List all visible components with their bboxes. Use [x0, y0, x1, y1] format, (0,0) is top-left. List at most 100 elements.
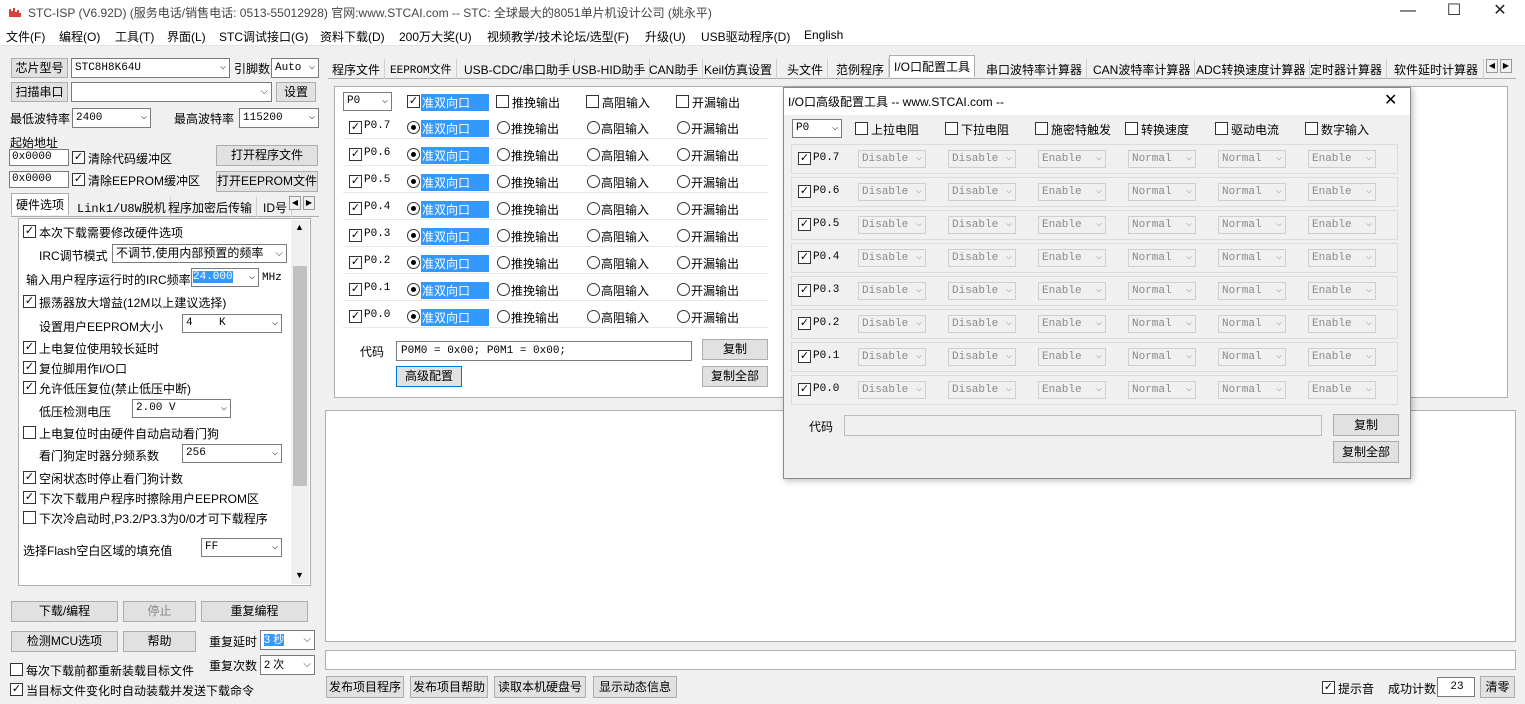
tab-header-file[interactable]: 头文件	[783, 59, 829, 79]
scroll-down-icon[interactable]: ▼	[295, 570, 304, 580]
io-pin-enable-checkbox[interactable]: ✓	[349, 148, 362, 161]
adv-option-select[interactable]: Enable ⌵	[1308, 216, 1376, 234]
tab-encrypt[interactable]: 程序加密后传输	[164, 197, 258, 217]
adv-pin-enable-checkbox[interactable]: ✓	[798, 185, 811, 198]
tab-examples[interactable]: 范例程序	[832, 59, 890, 79]
wdt-div-select[interactable]: 256 ⌵	[182, 444, 282, 463]
io-copy-button[interactable]: 复制	[702, 339, 768, 360]
menu-debug[interactable]: STC调试接口(G)	[219, 28, 308, 45]
tab-timer[interactable]: 定时器计算器	[1306, 59, 1388, 79]
modify-hw-checkbox[interactable]: ✓	[23, 225, 36, 238]
adv-pin-enable-checkbox[interactable]: ✓	[798, 317, 811, 330]
adv-option-select[interactable]: Disable ⌵	[858, 249, 926, 267]
scan-port-button[interactable]: 扫描串口	[11, 82, 68, 102]
clear-code-checkbox[interactable]: ✓	[72, 151, 85, 164]
adv-code-output[interactable]	[844, 415, 1322, 436]
minimize-button[interactable]: —	[1385, 0, 1431, 24]
menu-english[interactable]: English	[804, 28, 843, 42]
tab-usb-cdc[interactable]: USB-CDC/串口助手	[460, 59, 576, 79]
io-mode-radio[interactable]	[677, 175, 690, 188]
adv-option-select[interactable]: Normal ⌵	[1218, 150, 1286, 168]
tab-program-file[interactable]: 程序文件	[328, 59, 386, 79]
adv-option-select[interactable]: Disable ⌵	[948, 282, 1016, 300]
tab-can[interactable]: CAN助手	[645, 59, 704, 79]
adv-copy-all-button[interactable]: 复制全部	[1333, 441, 1399, 463]
adv-pin-enable-checkbox[interactable]: ✓	[798, 350, 811, 363]
adv-option-select[interactable]: Normal ⌵	[1128, 348, 1196, 366]
tab-uart-baud[interactable]: 串口波特率计算器	[982, 59, 1088, 79]
tab-usb-hid[interactable]: USB-HID助手	[568, 59, 651, 79]
io-port-select[interactable]: P0 ⌵	[343, 92, 392, 111]
flash-fill-select[interactable]: FF ⌵	[201, 538, 282, 557]
settings-button[interactable]: 设置	[276, 82, 316, 102]
io-pin-enable-checkbox[interactable]: ✓	[349, 283, 362, 296]
io-mode-radio[interactable]	[407, 148, 420, 161]
download-program-button[interactable]: 下载/编程	[11, 601, 118, 622]
io-mode-radio[interactable]	[407, 283, 420, 296]
adv-option-select[interactable]: Normal ⌵	[1128, 249, 1196, 267]
io-pin-enable-checkbox[interactable]: ✓	[349, 229, 362, 242]
osc-gain-checkbox[interactable]: ✓	[23, 295, 36, 308]
menu-download[interactable]: 资料下载(D)	[320, 28, 385, 45]
port-select[interactable]: ⌵	[71, 82, 272, 102]
check-mcu-button[interactable]: 检测MCU选项	[11, 631, 118, 652]
wdt-auto-checkbox[interactable]	[23, 426, 36, 439]
adv-option-select[interactable]: Enable ⌵	[1308, 381, 1376, 399]
adv-pin-enable-checkbox[interactable]: ✓	[798, 383, 811, 396]
adv-option-select[interactable]: Enable ⌵	[1038, 282, 1106, 300]
publish-program-button[interactable]: 发布项目程序	[326, 676, 404, 698]
adv-option-select[interactable]: Enable ⌵	[1038, 249, 1106, 267]
publish-help-button[interactable]: 发布项目帮助	[410, 676, 488, 698]
adv-option-select[interactable]: Enable ⌵	[1308, 249, 1376, 267]
scrollbar-thumb[interactable]	[293, 266, 307, 486]
adv-pin-enable-checkbox[interactable]: ✓	[798, 284, 811, 297]
help-button[interactable]: 帮助	[123, 631, 196, 652]
tab-adc[interactable]: ADC转换速度计算器	[1192, 59, 1311, 79]
adv-option-select[interactable]: Enable ⌵	[1038, 150, 1106, 168]
eeprom-address-input[interactable]: 0x0000	[9, 171, 69, 188]
adv-option-select[interactable]: Normal ⌵	[1218, 249, 1286, 267]
irc-mode-select[interactable]: 不调节,使用内部预置的频率 ⌵	[112, 244, 287, 263]
adv-option-select[interactable]: Enable ⌵	[1308, 183, 1376, 201]
options-scrollbar[interactable]: ▲ ▼	[291, 220, 309, 584]
menu-prize[interactable]: 200万大奖(U)	[399, 28, 472, 45]
advanced-config-button[interactable]: 高级配置	[396, 366, 462, 387]
io-mode-radio[interactable]	[677, 310, 690, 323]
show-dynamic-info-button[interactable]: 显示动态信息	[593, 676, 677, 698]
adv-pin-enable-checkbox[interactable]: ✓	[798, 218, 811, 231]
io-pin-enable-checkbox[interactable]: ✓	[349, 175, 362, 188]
stop-button[interactable]: 停止	[123, 601, 196, 622]
adv-option-select[interactable]: Disable ⌵	[948, 381, 1016, 399]
io-mode-radio[interactable]	[587, 310, 600, 323]
io-mode-radio[interactable]	[497, 121, 510, 134]
tab-can-baud[interactable]: CAN波特率计算器	[1089, 59, 1196, 79]
adv-pin-enable-checkbox[interactable]: ✓	[798, 251, 811, 264]
io-mode-radio[interactable]	[407, 229, 420, 242]
close-button[interactable]: ✕	[1477, 0, 1523, 24]
all-highz-checkbox[interactable]	[586, 95, 599, 108]
adv-option-select[interactable]: Disable ⌵	[948, 348, 1016, 366]
adv-header-checkbox[interactable]	[945, 122, 958, 135]
tab-scroll-right-icon[interactable]: ▶	[1500, 59, 1512, 73]
adv-option-select[interactable]: Enable ⌵	[1038, 381, 1106, 399]
tab-keil[interactable]: Keil仿真设置	[700, 59, 778, 79]
io-mode-radio[interactable]	[587, 229, 600, 242]
adv-option-select[interactable]: Disable ⌵	[948, 150, 1016, 168]
por-delay-checkbox[interactable]: ✓	[23, 341, 36, 354]
adv-header-checkbox[interactable]	[1035, 122, 1048, 135]
chip-model-select[interactable]: STC8H8K64U ⌵	[71, 58, 230, 78]
all-pushpull-checkbox[interactable]	[496, 95, 509, 108]
clear-count-button[interactable]: 清零	[1480, 676, 1515, 698]
tab-eeprom-file[interactable]: EEPROM文件	[386, 59, 457, 79]
io-mode-radio[interactable]	[497, 310, 510, 323]
tab-scroll-left-icon[interactable]: ◀	[1486, 59, 1498, 73]
io-mode-radio[interactable]	[497, 175, 510, 188]
menu-video[interactable]: 视频教学/技术论坛/选型(F)	[487, 28, 629, 45]
adv-header-checkbox[interactable]	[1125, 122, 1138, 135]
menu-tools[interactable]: 工具(T)	[115, 28, 154, 45]
adv-option-select[interactable]: Normal ⌵	[1218, 348, 1286, 366]
repeat-count-select[interactable]: 2 次 ⌵	[260, 655, 315, 675]
adv-option-select[interactable]: Disable ⌵	[858, 183, 926, 201]
io-mode-radio[interactable]	[497, 283, 510, 296]
irc-freq-select[interactable]: 24.000 ⌵	[191, 268, 259, 287]
